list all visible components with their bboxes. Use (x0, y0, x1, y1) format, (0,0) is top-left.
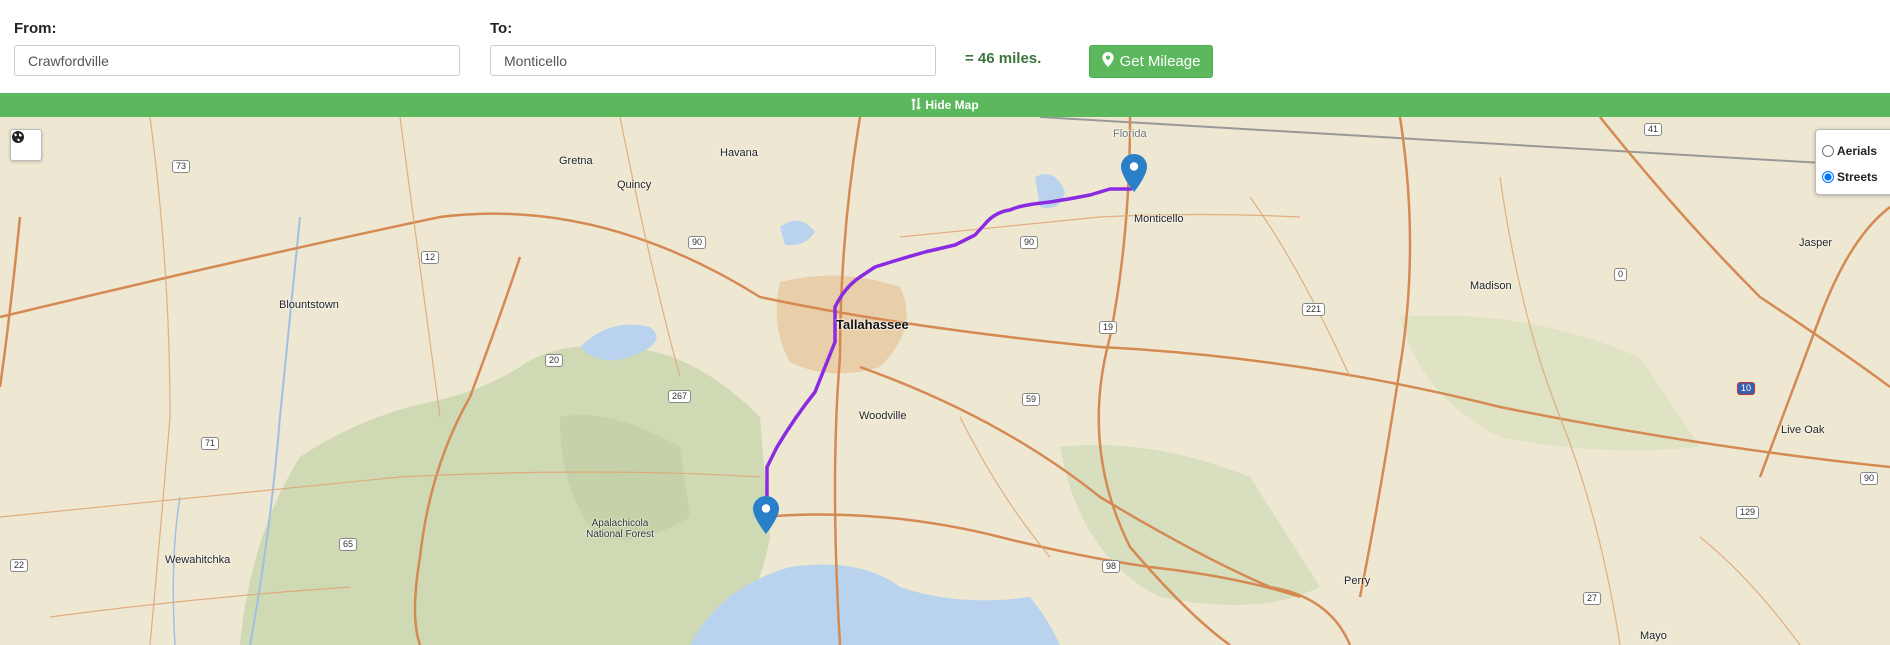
hide-map-label: Hide Map (925, 98, 979, 112)
place-label: Apalachicola National Forest (586, 518, 654, 540)
get-mileage-label: Get Mileage (1119, 53, 1201, 70)
place-label: Monticello (1134, 213, 1184, 225)
route-shield: 0 (1614, 268, 1628, 281)
place-label: Gretna (559, 155, 593, 167)
place-label: Mayo (1640, 630, 1667, 642)
streets-label: Streets (1837, 170, 1878, 184)
map-canvas (0, 117, 1890, 645)
to-label: To: (490, 20, 513, 37)
interstate-shield: 10 (1737, 382, 1756, 395)
aerials-option[interactable]: Aerials (1822, 138, 1890, 164)
route-shield: 98 (1102, 560, 1121, 573)
map-type-button[interactable] (10, 129, 42, 161)
place-label: Perry (1344, 575, 1371, 587)
place-label: Florida (1113, 128, 1147, 140)
route-shield: 19 (1099, 321, 1118, 334)
place-label: Quincy (617, 179, 652, 191)
route-shield: 221 (1302, 303, 1326, 316)
place-label: Tallahassee (836, 317, 909, 332)
from-label: From: (14, 20, 57, 37)
to-input[interactable] (490, 45, 936, 76)
route-shield: 90 (1020, 236, 1039, 249)
place-label: Woodville (859, 410, 907, 422)
route-shield: 129 (1736, 506, 1760, 519)
route-shield: 22 (10, 559, 29, 572)
map-marker-icon (1101, 52, 1114, 71)
route-shield: 73 (172, 160, 191, 173)
route-shield: 59 (1022, 393, 1041, 406)
route-shield: 41 (1644, 123, 1663, 136)
route-shield: 90 (688, 236, 707, 249)
route-shield: 12 (421, 251, 440, 264)
route-shield: 27 (1583, 592, 1602, 605)
place-label: Jasper (1799, 237, 1833, 249)
place-label: Wewahitchka (165, 554, 231, 566)
route-map[interactable]: Gretna Havana Quincy Florida Monticello … (0, 117, 1890, 645)
from-input[interactable] (14, 45, 460, 76)
route-shield: 20 (545, 354, 564, 367)
aerials-label: Aerials (1837, 144, 1878, 158)
place-label: Blountstown (279, 299, 339, 311)
place-label: Live Oak (1781, 424, 1825, 436)
place-label: Havana (720, 147, 758, 159)
streets-option[interactable]: Streets (1822, 164, 1890, 190)
route-shield: 65 (339, 538, 358, 551)
get-mileage-button[interactable]: Get Mileage (1089, 45, 1213, 78)
route-shield: 90 (1860, 472, 1879, 485)
mileage-form: From: To: = 46 miles. Get Mileage (0, 0, 1890, 92)
sort-arrows-icon (911, 97, 922, 113)
aerials-radio[interactable] (1822, 145, 1834, 157)
route-shield: 71 (201, 437, 220, 450)
hide-map-toggle[interactable]: Hide Map (0, 93, 1890, 117)
route-shield: 267 (668, 390, 692, 403)
mileage-result: = 46 miles. (965, 50, 1042, 67)
streets-radio[interactable] (1822, 171, 1834, 183)
layer-switcher: Aerials Streets (1815, 129, 1890, 195)
place-label: Madison (1470, 280, 1512, 292)
